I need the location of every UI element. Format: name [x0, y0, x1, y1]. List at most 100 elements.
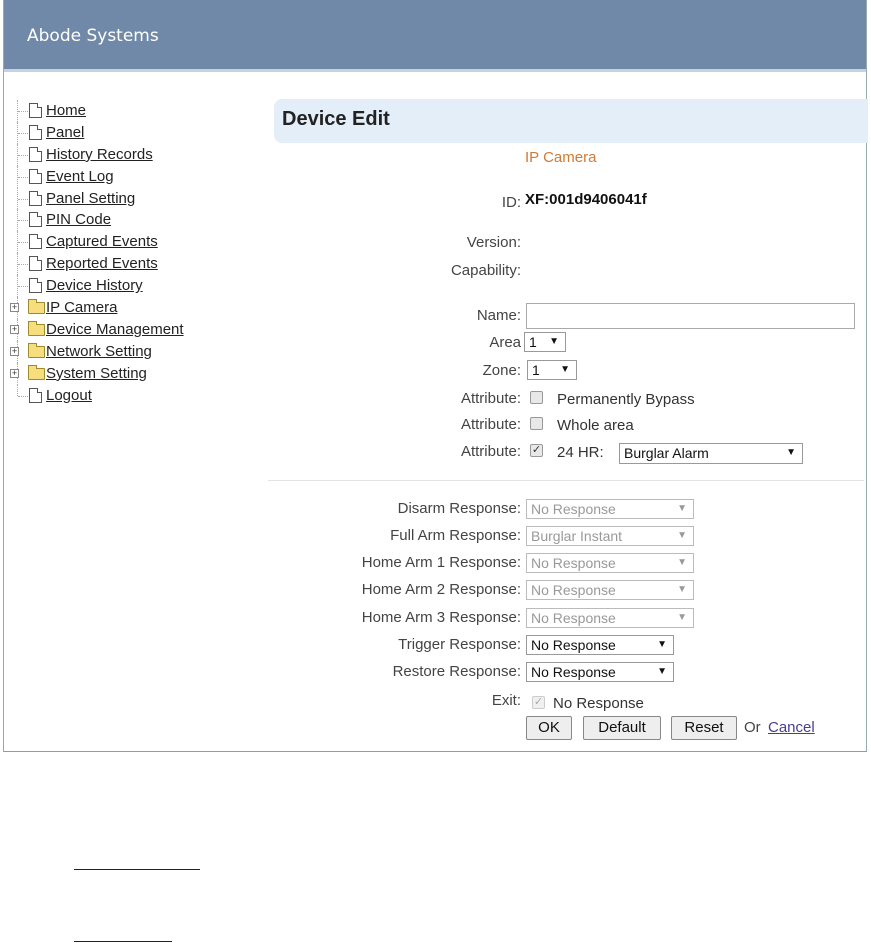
disarm-response-select[interactable]: No Response ▼: [526, 499, 694, 519]
capability-label: Capability:: [450, 262, 521, 279]
sidebar-item-label[interactable]: Panel: [46, 122, 84, 144]
restore-response-select[interactable]: No Response ▼: [526, 662, 674, 682]
exit-label: Exit:: [491, 692, 521, 709]
attribute-label: Attribute:: [460, 443, 521, 460]
24hr-type-select[interactable]: Burglar Alarm ▼: [619, 443, 803, 464]
document-icon: [29, 190, 42, 206]
sidebar-item-label[interactable]: History Records: [46, 144, 153, 166]
document-icon: [29, 168, 42, 184]
sidebar-item-label[interactable]: PIN Code: [46, 209, 111, 231]
sidebar-item-label[interactable]: IP Camera: [46, 297, 117, 319]
chevron-down-icon: ▼: [560, 364, 570, 375]
disarm-response-label: Disarm Response:: [397, 500, 521, 517]
sidebar-item-label[interactable]: Logout: [46, 385, 92, 407]
trigger-response-label: Trigger Response:: [398, 636, 521, 653]
home-arm-1-response-label: Home Arm 1 Response:: [361, 554, 521, 571]
24hr-text: 24 HR:: [557, 444, 604, 461]
expand-icon[interactable]: +: [10, 324, 19, 334]
sidebar-item-reported-events[interactable]: Reported Events: [10, 253, 240, 276]
document-icon: [29, 212, 42, 228]
document-icon: [29, 146, 42, 162]
sidebar-item-label[interactable]: System Setting: [46, 363, 147, 385]
blank-line: [74, 941, 172, 942]
sidebar-item-panel-setting[interactable]: Panel Setting: [10, 187, 240, 210]
sidebar-item-label[interactable]: Panel Setting: [46, 188, 135, 210]
sidebar-item-ip-camera[interactable]: + IP Camera: [10, 297, 240, 319]
document-icon: [29, 278, 42, 294]
sidebar-item-history-records[interactable]: History Records: [10, 143, 240, 166]
attribute-label: Attribute:: [460, 390, 521, 407]
exit-text: No Response: [553, 695, 644, 712]
chevron-down-icon: ▼: [677, 612, 687, 623]
sidebar-item-network-setting[interactable]: + Network Setting: [10, 340, 240, 363]
full-arm-response-label: Full Arm Response:: [390, 527, 521, 544]
home-arm-2-response-select[interactable]: No Response ▼: [526, 580, 694, 600]
attribute-label: Attribute:: [460, 416, 521, 433]
ok-button[interactable]: OK: [526, 716, 572, 740]
page-header: Device Edit: [274, 99, 868, 143]
chevron-down-icon: ▼: [657, 666, 667, 677]
chevron-down-icon: ▼: [677, 557, 687, 568]
full-arm-response-select[interactable]: Burglar Instant ▼: [526, 526, 694, 546]
sidebar-item-system-setting[interactable]: + System Setting: [10, 362, 240, 385]
home-arm-3-response-select[interactable]: No Response ▼: [526, 608, 694, 628]
expand-icon[interactable]: +: [10, 368, 19, 378]
area-select[interactable]: 1 ▼: [524, 332, 566, 352]
cancel-link[interactable]: Cancel: [768, 719, 815, 736]
sidebar-item-label[interactable]: Device History: [46, 275, 143, 297]
chevron-down-icon: ▼: [786, 447, 796, 458]
restore-response-label: Restore Response:: [392, 663, 521, 680]
expand-icon[interactable]: +: [10, 346, 19, 356]
page-title: Device Edit: [282, 108, 390, 130]
document-icon: [29, 387, 42, 403]
home-arm-1-response-select[interactable]: No Response ▼: [526, 553, 694, 573]
document-icon: [29, 234, 42, 250]
sidebar-item-pin-code[interactable]: PIN Code: [10, 209, 240, 232]
id-label: ID:: [501, 194, 521, 211]
whole-area-checkbox[interactable]: [530, 417, 543, 430]
sidebar-item-panel[interactable]: Panel: [10, 121, 240, 144]
sidebar-item-label[interactable]: Network Setting: [46, 341, 152, 363]
sidebar-item-home[interactable]: Home: [10, 100, 240, 122]
folder-icon: [28, 320, 45, 336]
24hr-checkbox[interactable]: ✓: [530, 444, 543, 457]
folder-icon: [28, 364, 45, 380]
name-input[interactable]: [526, 303, 855, 329]
expand-icon[interactable]: +: [10, 303, 19, 313]
version-label: Version:: [466, 234, 521, 251]
default-button[interactable]: Default: [583, 716, 661, 740]
chevron-down-icon: ▼: [677, 584, 687, 595]
document-icon: [29, 256, 42, 272]
sidebar-item-device-management[interactable]: + Device Management: [10, 318, 240, 341]
blank-line: [74, 869, 200, 870]
chevron-down-icon: ▼: [549, 336, 559, 347]
exit-checkbox[interactable]: ✓: [532, 696, 545, 709]
zone-select[interactable]: 1 ▼: [527, 360, 577, 380]
sidebar-item-device-history[interactable]: Device History: [10, 275, 240, 298]
sidebar-item-captured-events[interactable]: Captured Events: [10, 231, 240, 254]
zone-label: Zone:: [482, 362, 521, 379]
folder-icon: [28, 299, 45, 315]
sidebar-item-logout[interactable]: Logout: [10, 384, 240, 407]
chevron-down-icon: ▼: [677, 503, 687, 514]
area-label: Area: [489, 334, 521, 351]
permanently-bypass-text: Permanently Bypass: [557, 391, 695, 408]
trigger-response-select[interactable]: No Response ▼: [526, 635, 674, 655]
chevron-down-icon: ▼: [657, 639, 667, 650]
sidebar-tree: Home Panel History Records Event Log Pan…: [10, 100, 240, 406]
sidebar-item-label[interactable]: Reported Events: [46, 253, 158, 275]
chevron-down-icon: ▼: [677, 530, 687, 541]
sidebar-item-label[interactable]: Event Log: [46, 166, 114, 188]
title-bar: Abode Systems: [4, 0, 866, 72]
home-arm-2-response-label: Home Arm 2 Response:: [361, 581, 521, 598]
sidebar-item-label[interactable]: Home: [46, 100, 86, 122]
folder-icon: [28, 342, 45, 358]
sidebar-item-label[interactable]: Captured Events: [46, 231, 158, 253]
app-title: Abode Systems: [27, 26, 159, 46]
divider: [268, 480, 864, 481]
permanently-bypass-checkbox[interactable]: [530, 391, 543, 404]
sidebar-item-event-log[interactable]: Event Log: [10, 165, 240, 188]
sidebar-item-label[interactable]: Device Management: [46, 319, 184, 341]
reset-button[interactable]: Reset: [671, 716, 737, 740]
whole-area-text: Whole area: [557, 417, 634, 434]
